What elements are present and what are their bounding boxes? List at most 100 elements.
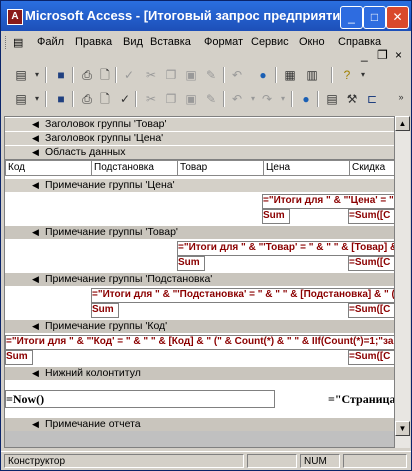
band-arrow-icon: ◀	[32, 321, 39, 331]
sum-expression[interactable]: =Sum([С	[348, 256, 394, 271]
totals-expression-podstanovka[interactable]: ="Итоги для " & "'Подстановка' = " & " "…	[91, 288, 394, 303]
toolbar-overflow-icon[interactable]: »	[393, 89, 409, 105]
cut-icon[interactable]: ✂	[143, 67, 159, 83]
totals-expression-tovar[interactable]: ="Итоги для " & "'Товар' = " & " " & [То…	[177, 241, 394, 256]
separator	[223, 91, 225, 107]
chevron-down-icon[interactable]: ▾	[275, 91, 291, 107]
sum-expression[interactable]: =Sum([С	[348, 350, 394, 365]
paste-icon[interactable]: ▣	[183, 67, 199, 83]
field-cena[interactable]: Цена	[263, 160, 351, 176]
separator	[45, 91, 47, 107]
band-label: Область данных	[45, 146, 126, 158]
mdi-restore-button[interactable]: ❐	[377, 48, 388, 62]
cut-icon[interactable]: ✂	[143, 91, 159, 107]
field-podstanovka[interactable]: Подстановка	[91, 160, 179, 176]
copy-icon[interactable]: ❐	[163, 67, 179, 83]
section-group-footer-tovar[interactable]: ="Итоги для " & "'Товар' = " & " " & [То…	[5, 239, 394, 271]
web-icon[interactable]: ●	[255, 67, 271, 83]
report-design-area[interactable]: ◀ Заголовок группы 'Товар' ◀ Заголовок г…	[4, 116, 395, 448]
menu-format[interactable]: Формат	[204, 36, 243, 48]
totals-expression-kod[interactable]: ="Итоги для " & "'Код' = " & " " & [Код]…	[5, 335, 394, 350]
office-links-icon[interactable]: ▦	[282, 67, 298, 83]
band-group-footer-kod[interactable]: ◀ Примечание группы 'Код'	[5, 319, 394, 334]
menu-file[interactable]: Файл	[37, 36, 64, 48]
print-preview-icon[interactable]: 🗋	[97, 91, 113, 107]
print-icon[interactable]: ⎙	[79, 91, 95, 107]
band-page-footer[interactable]: ◀ Нижний колонтитул	[5, 366, 394, 381]
band-label: Заголовок группы 'Цена'	[45, 132, 164, 144]
doc-icon[interactable]: ▤	[13, 36, 23, 49]
band-group-header-cena[interactable]: ◀ Заголовок группы 'Цена'	[5, 131, 394, 146]
menu-tools[interactable]: Сервис	[251, 36, 289, 48]
status-bar: Конструктор NUM	[1, 451, 411, 471]
band-group-footer-tovar[interactable]: ◀ Примечание группы 'Товар'	[5, 225, 394, 240]
save-icon[interactable]: ■	[53, 67, 69, 83]
view-icon[interactable]: ▤	[13, 67, 29, 83]
spell-check-icon[interactable]: ✓	[117, 91, 133, 107]
section-detail[interactable]: Код Подстановка Товар Цена Скидка	[5, 160, 394, 177]
sum-expression[interactable]: =Sum([С	[348, 303, 394, 318]
view-icon[interactable]: ▤	[13, 91, 29, 107]
access-app-icon[interactable]: A	[7, 9, 23, 25]
totals-expression-cena[interactable]: ="Итоги для " & "'Цена' = " & " " & [Цен…	[262, 194, 394, 209]
page-number-expression[interactable]: ="Страница	[327, 390, 394, 408]
section-group-footer-cena[interactable]: ="Итоги для " & "'Цена' = " & " " & [Цен…	[5, 192, 394, 224]
format-painter-icon[interactable]: ✎	[203, 91, 219, 107]
scroll-up-button[interactable]: ▲	[395, 116, 410, 131]
close-button[interactable]: ✕	[386, 6, 409, 29]
maximize-button[interactable]: □	[363, 6, 386, 29]
analyze-icon[interactable]: ▥	[304, 67, 320, 83]
mdi-minimize-button[interactable]: _	[361, 48, 368, 62]
band-group-footer-podstanovka[interactable]: ◀ Примечание группы 'Подстановка'	[5, 272, 394, 287]
code-icon[interactable]: ⊏	[364, 91, 380, 107]
band-group-header-tovar[interactable]: ◀ Заголовок группы 'Товар'	[5, 117, 394, 132]
band-arrow-icon: ◀	[32, 133, 39, 143]
field-tovar[interactable]: Товар	[177, 160, 265, 176]
section-group-footer-podstanovka[interactable]: ="Итоги для " & "'Подстановка' = " & " "…	[5, 286, 394, 318]
sum-expression[interactable]: =Sum([С	[348, 209, 394, 224]
redo-icon[interactable]: ↷	[259, 91, 275, 107]
undo-icon[interactable]: ↶	[229, 67, 245, 83]
print-preview-icon[interactable]: 🗋	[97, 67, 113, 83]
band-detail[interactable]: ◀ Область данных	[5, 145, 394, 160]
band-report-footer[interactable]: ◀ Примечание отчета	[5, 417, 394, 432]
separator	[291, 91, 293, 107]
scroll-down-button[interactable]: ▼	[395, 421, 410, 436]
band-group-footer-cena[interactable]: ◀ Примечание группы 'Цена'	[5, 178, 394, 193]
mdi-close-button[interactable]: ×	[395, 48, 402, 62]
menu-window[interactable]: Окно	[299, 36, 325, 48]
chevron-down-icon[interactable]: ▾	[29, 67, 45, 83]
format-painter-icon[interactable]: ✎	[203, 67, 219, 83]
sum-label[interactable]: Sum	[91, 303, 119, 318]
save-icon[interactable]: ■	[53, 91, 69, 107]
menu-view[interactable]: Вид	[123, 36, 143, 48]
menu-edit[interactable]: Правка	[75, 36, 112, 48]
field-kod[interactable]: Код	[5, 160, 93, 176]
properties-icon[interactable]: ▤	[324, 91, 340, 107]
spell-check-icon[interactable]: ✓	[121, 67, 137, 83]
menu-insert[interactable]: Вставка	[150, 36, 191, 48]
vertical-scrollbar[interactable]: ▲ ▼	[395, 116, 410, 448]
section-page-footer[interactable]: =Now() ="Страница	[5, 380, 394, 416]
paste-icon[interactable]: ▣	[183, 91, 199, 107]
help-icon[interactable]: ?	[339, 67, 355, 83]
section-group-footer-kod[interactable]: ="Итоги для " & "'Код' = " & " " & [Код]…	[5, 333, 394, 365]
minimize-button[interactable]: _	[340, 6, 363, 29]
build-icon[interactable]: ⚒	[344, 91, 360, 107]
undo-icon[interactable]: ↶	[229, 91, 245, 107]
copy-icon[interactable]: ❐	[163, 91, 179, 107]
field-skidka[interactable]: Скидка	[349, 160, 394, 176]
menu-help[interactable]: Справка	[338, 36, 381, 48]
sum-label[interactable]: Sum	[177, 256, 205, 271]
chevron-down-icon[interactable]: ▾	[29, 91, 45, 107]
sum-label[interactable]: Sum	[262, 209, 290, 224]
title-bar[interactable]: A Microsoft Access - [Итоговый запрос пр…	[1, 1, 411, 31]
web-icon[interactable]: ●	[298, 91, 314, 107]
chevron-down-icon[interactable]: ▾	[355, 67, 371, 83]
now-expression[interactable]: =Now()	[5, 390, 275, 408]
menu-grip[interactable]	[5, 36, 9, 49]
section-report-footer[interactable]	[5, 431, 394, 447]
print-icon[interactable]: ⎙	[79, 67, 95, 83]
sum-label[interactable]: Sum	[5, 350, 33, 365]
band-arrow-icon: ◀	[32, 368, 39, 378]
